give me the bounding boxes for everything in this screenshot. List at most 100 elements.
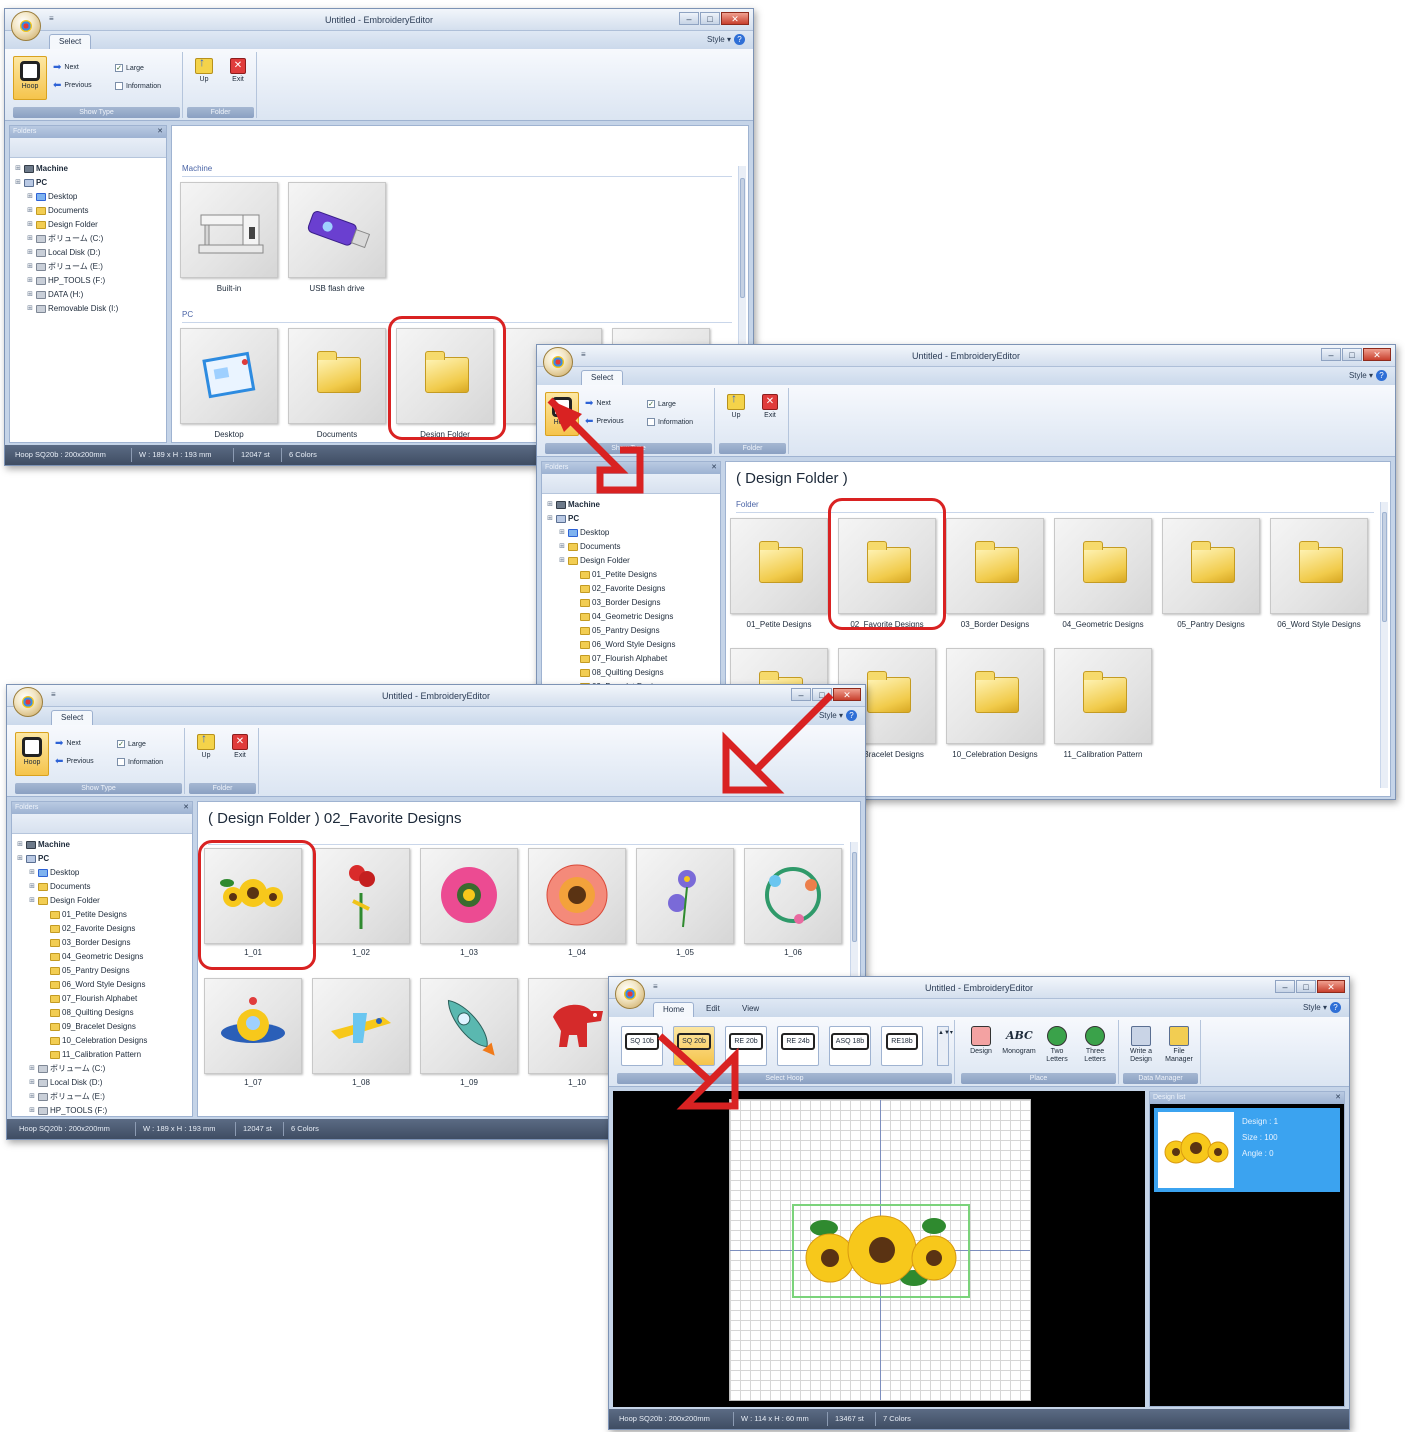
- tree-item[interactable]: 06_Word Style Designs: [16, 978, 192, 992]
- maximize-icon[interactable]: □: [1296, 980, 1316, 993]
- vertical-scrollbar[interactable]: [1380, 502, 1388, 788]
- close-panel-icon[interactable]: ✕: [157, 126, 163, 138]
- hoop-sheet[interactable]: [729, 1099, 1031, 1401]
- folder-thumb[interactable]: [946, 648, 1044, 744]
- tree-item[interactable]: ⊞ Desktop: [546, 526, 720, 540]
- tree-item[interactable]: ⊞ PC: [16, 852, 192, 866]
- tab-view[interactable]: View: [733, 1002, 768, 1017]
- tree-item[interactable]: 01_Petite Designs: [16, 908, 192, 922]
- scrollbar-thumb[interactable]: [1382, 512, 1387, 622]
- tree-item[interactable]: ⊞ HP_TOOLS (F:): [16, 1104, 192, 1118]
- app-menu-button[interactable]: [543, 347, 573, 377]
- close-icon[interactable]: ✕: [1317, 980, 1345, 993]
- tree-item[interactable]: 04_Geometric Designs: [546, 610, 720, 624]
- next-button[interactable]: ➡ Next: [53, 62, 79, 73]
- tree-expander-icon[interactable]: ⊞: [26, 190, 34, 204]
- hoop-option-button[interactable]: SQ 20b: [673, 1026, 715, 1066]
- tree-item[interactable]: 02_Favorite Designs: [546, 582, 720, 596]
- tree-item[interactable]: 06_Word Style Designs: [546, 638, 720, 652]
- tree-expander-icon[interactable]: ⊞: [546, 498, 554, 512]
- place-button[interactable]: ABC Monogram: [1001, 1024, 1037, 1068]
- tree-item[interactable]: ⊞ Documents: [546, 540, 720, 554]
- tree-expander-icon[interactable]: ⊞: [14, 176, 22, 190]
- machine-usb-thumb[interactable]: [288, 182, 386, 278]
- tree-expander-icon[interactable]: ⊞: [16, 838, 24, 852]
- tree-expander-icon[interactable]: ⊞: [26, 246, 34, 260]
- previous-button[interactable]: ⬅ Previous: [53, 80, 92, 91]
- hoop-option-button[interactable]: RE 24b: [777, 1026, 819, 1066]
- tree-item[interactable]: ⊞ Local Disk (D:): [14, 246, 166, 260]
- previous-button[interactable]: ⬅ Previous: [585, 416, 624, 427]
- scrollbar-thumb[interactable]: [852, 852, 857, 942]
- design-thumb[interactable]: [312, 848, 410, 944]
- close-icon[interactable]: ✕: [721, 12, 749, 25]
- tree-expander-icon[interactable]: ⊞: [26, 232, 34, 246]
- tree-expander-icon[interactable]: ⊞: [28, 880, 36, 894]
- tree-item[interactable]: 04_Geometric Designs: [16, 950, 192, 964]
- help-icon[interactable]: ?: [734, 34, 745, 45]
- close-panel-icon[interactable]: ✕: [711, 462, 717, 474]
- tree-item[interactable]: 03_Border Designs: [16, 936, 192, 950]
- maximize-icon[interactable]: □: [1342, 348, 1362, 361]
- tree-item[interactable]: ⊞ ボリューム (C:): [16, 1062, 192, 1076]
- tab-select[interactable]: Select: [51, 710, 94, 725]
- design-thumb[interactable]: [420, 978, 518, 1074]
- folder-thumb[interactable]: [946, 518, 1044, 614]
- minimize-icon[interactable]: –: [791, 688, 811, 701]
- design-thumb[interactable]: [312, 978, 410, 1074]
- next-button[interactable]: ➡ Next: [55, 738, 81, 749]
- exit-button[interactable]: ✕ Exit: [221, 56, 255, 100]
- hoop-option-button[interactable]: ASQ 18b: [829, 1026, 871, 1066]
- close-icon[interactable]: ✕: [833, 688, 861, 701]
- tree-item[interactable]: 09_Bracelet Designs: [16, 1020, 192, 1034]
- tree-expander-icon[interactable]: ⊞: [16, 852, 24, 866]
- tab-edit[interactable]: Edit: [697, 1002, 729, 1017]
- close-panel-icon[interactable]: ✕: [183, 802, 189, 814]
- tree-item[interactable]: 01_Petite Designs: [546, 568, 720, 582]
- minimize-icon[interactable]: –: [1321, 348, 1341, 361]
- large-checkbox[interactable]: ✓ Large: [115, 64, 144, 72]
- large-checkbox[interactable]: ✓ Large: [647, 400, 676, 408]
- tree-item[interactable]: 05_Pantry Designs: [16, 964, 192, 978]
- tree-expander-icon[interactable]: ⊞: [14, 162, 22, 176]
- tree-expander-icon[interactable]: ⊞: [546, 512, 554, 526]
- help-icon[interactable]: ?: [1330, 1002, 1341, 1013]
- style-menu[interactable]: Style ▾?: [707, 34, 745, 45]
- tree-expander-icon[interactable]: ⊞: [28, 866, 36, 880]
- design-selection-frame[interactable]: [792, 1204, 970, 1298]
- tree-item[interactable]: ⊞ DATA (H:): [14, 288, 166, 302]
- place-button[interactable]: Design: [963, 1024, 999, 1068]
- tree-expander-icon[interactable]: ⊞: [28, 1076, 36, 1090]
- design-canvas[interactable]: [613, 1091, 1145, 1407]
- folder-thumb[interactable]: [730, 518, 828, 614]
- tree-expander-icon[interactable]: ⊞: [26, 274, 34, 288]
- tree-expander-icon[interactable]: ⊞: [26, 260, 34, 274]
- tree-item[interactable]: ⊞ Machine: [16, 838, 192, 852]
- up-button[interactable]: Up: [187, 55, 221, 100]
- tree-expander-icon[interactable]: ⊞: [28, 1090, 36, 1104]
- tab-select[interactable]: Select: [49, 34, 92, 49]
- tree-expander-icon[interactable]: ⊞: [28, 1104, 36, 1118]
- tree-expander-icon[interactable]: ⊞: [26, 288, 34, 302]
- design-list-item[interactable]: Design : 1 Size : 100 Angle : 0: [1154, 1108, 1340, 1192]
- app-menu-button[interactable]: [615, 979, 645, 1009]
- folder-thumb[interactable]: [1162, 518, 1260, 614]
- file-manager-button[interactable]: File Manager: [1161, 1024, 1197, 1068]
- folder-thumb[interactable]: [1054, 518, 1152, 614]
- machine-builtin-thumb[interactable]: [180, 182, 278, 278]
- tree-expander-icon[interactable]: ⊞: [28, 1062, 36, 1076]
- write-design-button[interactable]: Write a Design: [1123, 1024, 1159, 1068]
- close-icon[interactable]: ✕: [1363, 348, 1391, 361]
- hoop-option-button[interactable]: RE18b: [881, 1026, 923, 1066]
- app-menu-button[interactable]: [13, 687, 43, 717]
- large-checkbox[interactable]: ✓ Large: [117, 740, 146, 748]
- place-button[interactable]: Three Letters: [1077, 1024, 1113, 1068]
- tree-item[interactable]: ⊞ PC: [14, 176, 166, 190]
- tree-item[interactable]: 10_Celebration Designs: [16, 1034, 192, 1048]
- scrollbar-thumb[interactable]: [740, 178, 745, 298]
- tree-expander-icon[interactable]: ⊞: [558, 540, 566, 554]
- folder-thumb[interactable]: [1054, 648, 1152, 744]
- hoop-button[interactable]: Hoop: [13, 56, 47, 100]
- up-button[interactable]: Up: [719, 391, 753, 436]
- tree-item[interactable]: ⊞ Documents: [16, 880, 192, 894]
